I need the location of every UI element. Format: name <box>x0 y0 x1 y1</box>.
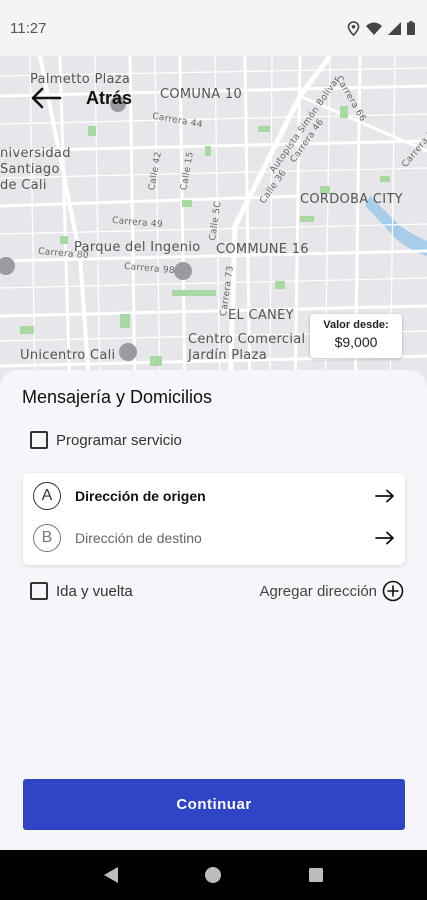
arrow-left-icon <box>31 87 62 109</box>
arrow-right-icon <box>375 531 394 545</box>
destination-marker-icon: B <box>33 524 61 552</box>
map-label: EL CANEY <box>228 308 294 323</box>
map-label: COMMUNE 16 <box>216 242 309 257</box>
plus-circle-icon <box>382 580 404 602</box>
nav-recents-button[interactable] <box>296 855 336 895</box>
map-label: Jardín Plaza <box>188 348 267 363</box>
location-icon <box>347 20 360 36</box>
wifi-icon <box>366 22 382 35</box>
checkbox-box[interactable] <box>30 582 48 600</box>
nav-home-button[interactable] <box>193 855 233 895</box>
home-circle-icon <box>205 867 222 883</box>
origin-address-label: Dirección de origen <box>75 488 206 504</box>
map-label: Palmetto Plaza <box>30 72 131 87</box>
map-label: niversidad <box>0 146 71 161</box>
price-value: $9,000 <box>334 334 378 350</box>
map-label: Centro Comercial <box>188 332 306 347</box>
triangle-back-icon <box>104 867 119 883</box>
back-button[interactable]: Atrás <box>30 86 132 110</box>
map-label: CORDOBA CITY <box>300 192 403 207</box>
origin-marker-icon: A <box>33 482 61 510</box>
map-label: Santiago <box>0 162 60 177</box>
map-label: Unicentro Cali <box>20 348 116 363</box>
price-card: Valor desde: $9,000 <box>310 314 402 358</box>
destination-address-label: Dirección de destino <box>75 530 202 546</box>
sheet-title: Mensajería y Domicilios <box>22 387 213 407</box>
address-card: A Dirección de origen B Dirección de des… <box>23 473 405 565</box>
add-address-button[interactable]: Agregar dirección <box>259 580 404 602</box>
add-address-label: Agregar dirección <box>259 582 377 600</box>
system-nav-bar <box>0 850 427 900</box>
status-bar: 11:27 <box>0 0 427 56</box>
map-label: de Cali <box>0 178 47 193</box>
map-label: Parque del Ingenio <box>74 240 201 255</box>
service-sheet: Mensajería y Domicilios Programar servic… <box>0 370 427 850</box>
schedule-service-label: Programar servicio <box>56 431 182 449</box>
price-label: Valor desde: <box>323 319 389 331</box>
screen: 11:27 Palmetto Plaza COMUNA 10 niversida… <box>0 0 427 900</box>
checkbox-box[interactable] <box>30 431 48 449</box>
arrow-right-icon <box>375 489 394 503</box>
battery-icon <box>407 21 415 35</box>
status-time: 11:27 <box>10 19 47 37</box>
signal-icon <box>388 21 401 35</box>
schedule-service-checkbox[interactable]: Programar servicio <box>30 431 182 449</box>
origin-address-row[interactable]: A Dirección de origen <box>33 480 395 512</box>
continue-button[interactable]: Continuar <box>23 779 405 830</box>
status-icons <box>347 20 415 36</box>
destination-address-row[interactable]: B Dirección de destino <box>33 522 395 554</box>
round-trip-checkbox[interactable]: Ida y vuelta <box>30 582 133 600</box>
back-label: Atrás <box>86 87 133 108</box>
map-label: COMUNA 10 <box>160 87 243 102</box>
round-trip-label: Ida y vuelta <box>56 582 133 600</box>
recents-square-icon <box>308 868 323 882</box>
nav-back-button[interactable] <box>91 855 131 895</box>
